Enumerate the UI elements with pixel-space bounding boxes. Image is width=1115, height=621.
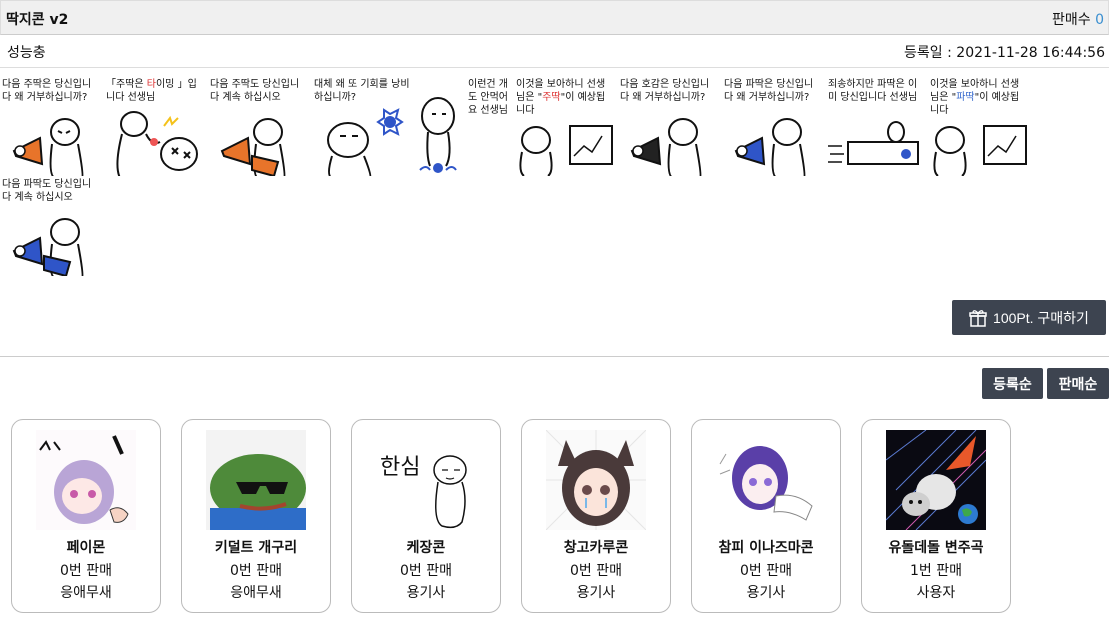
- con-thumbnail: [716, 430, 816, 530]
- gift-icon: [969, 309, 987, 327]
- con-sales-count: 0번 판매: [230, 563, 282, 579]
- con-sales-count: 0번 판매: [570, 563, 622, 579]
- sticker-9[interactable]: 죄송하지만 파딱은 이미 당신입니다 선생님: [826, 76, 926, 176]
- con-name: 창고카루콘: [563, 540, 629, 556]
- frog-sunglasses-icon: [206, 430, 306, 530]
- sticker-10[interactable]: 이것을 보아하니 선생님은 "파딱"이 예상됩니다: [928, 76, 1028, 176]
- sticker-4[interactable]: 대체 왜 또 기회를 낭비하십니까?: [312, 76, 412, 176]
- con-card-kejang[interactable]: 한심 케장콘 0번 판매 용기사: [351, 419, 501, 613]
- con-thumbnail: [886, 430, 986, 530]
- sticker-2[interactable]: 「주딱은 타이밍 」입니다 선생님: [104, 76, 204, 176]
- pointing-figures-icon: [116, 111, 198, 176]
- sticker-8[interactable]: 다음 파딱은 당신입니다 왜 거부하십니까?: [722, 76, 822, 176]
- con-seller: 사용자: [916, 585, 956, 601]
- con-name: 페이몬: [66, 540, 106, 556]
- sticker-1[interactable]: 다음 주딱은 당신입니다 왜 거부하십니까?: [0, 76, 100, 176]
- con-card-kidult-frog[interactable]: 키덜트 개구리 0번 판매 응애무새: [181, 419, 331, 613]
- chart-figure-icon: [933, 125, 1027, 176]
- cat-girl-crying-icon: [546, 430, 646, 530]
- sort-by-sales-button[interactable]: 판매순: [1047, 368, 1109, 399]
- con-seller: 응애무새: [230, 585, 282, 601]
- meta-bar: 성능충 등록일 : 2021-11-28 16:44:56: [0, 35, 1109, 68]
- con-seller: 용기사: [406, 585, 446, 601]
- truck-figure-icon: [828, 121, 919, 165]
- con-seller: 용기사: [746, 585, 786, 601]
- anime-girl-icon: [36, 430, 136, 530]
- megaphone-figure-icon: [12, 218, 84, 276]
- author-name[interactable]: 성능충: [7, 42, 46, 62]
- con-card-paimon[interactable]: 페이몬 0번 판매 응애무새: [11, 419, 161, 613]
- con-name: 참피 이나즈마콘: [718, 540, 814, 556]
- con-thumbnail: [206, 430, 306, 530]
- sales-count: 판매수 0: [1052, 9, 1104, 29]
- con-card-yudol-variations[interactable]: 유돌데돌 변주곡 1번 판매 사용자: [861, 419, 1011, 613]
- buy-button[interactable]: 100Pt. 구매하기: [952, 300, 1106, 335]
- dog-figure-icon: [419, 97, 457, 173]
- con-sales-count: 0번 판매: [400, 563, 452, 579]
- page-title: 딱지콘 v2: [6, 12, 69, 28]
- megaphone-figure-icon: [220, 118, 286, 176]
- registration-date: 등록일 : 2021-11-28 16:44:56: [904, 45, 1105, 61]
- purple-hair-girl-icon: [716, 430, 816, 530]
- sticker-6[interactable]: 이것을 보아하니 선생님은 "주딱"이 예상됩니다: [514, 76, 614, 176]
- thumb-caption: 한심: [380, 455, 420, 480]
- sticker-preview-grid: 다음 주딱은 당신입니다 왜 거부하십니까? 「주딱은 타이밍 」입니다 선생님…: [0, 76, 1040, 286]
- sticker-5[interactable]: 이런건 개도 안먹어요 선생님: [416, 76, 516, 176]
- con-sales-count: 0번 판매: [60, 563, 112, 579]
- sales-count-label: 판매수: [1051, 12, 1091, 28]
- megaphone-figure-icon: [12, 118, 84, 176]
- con-seller: 응애무새: [60, 585, 112, 601]
- sticker-3[interactable]: 다음 주딱도 당신입니다 계속 하십시오: [208, 76, 308, 176]
- con-name: 키덜트 개구리: [214, 540, 298, 556]
- con-card-champi-inazuma[interactable]: 참피 이나즈마콘 0번 판매 용기사: [691, 419, 841, 613]
- space-cat-icon: [886, 430, 986, 530]
- sticker-11[interactable]: 다음 파딱도 당신입니다 계속 하십시오: [0, 176, 100, 276]
- megaphone-figure-icon: [630, 118, 702, 176]
- badge-figure-icon: [327, 108, 404, 176]
- sort-by-date-button[interactable]: 등록순: [982, 368, 1043, 399]
- sticker-7[interactable]: 다음 호감은 당신입니다 왜 거부하십니까?: [618, 76, 718, 176]
- con-sales-count: 1번 판매: [910, 563, 962, 579]
- megaphone-figure-icon: [734, 118, 806, 176]
- con-card-changgokaru[interactable]: 창고카루콘 0번 판매 용기사: [521, 419, 671, 613]
- sales-count-value: 0: [1095, 12, 1104, 28]
- con-thumbnail: [546, 430, 646, 530]
- chart-figure-icon: [519, 125, 613, 176]
- con-thumbnail: 한심: [376, 430, 476, 530]
- con-seller: 용기사: [576, 585, 616, 601]
- con-thumbnail: [36, 430, 136, 530]
- pathetic-blob-icon: 한심: [376, 430, 476, 530]
- con-sales-count: 0번 판매: [740, 563, 792, 579]
- con-name: 유돌데돌 변주곡: [888, 540, 984, 556]
- section-divider: [0, 356, 1109, 357]
- title-bar: 딱지콘 v2 판매수 0: [0, 0, 1109, 35]
- buy-button-label: 100Pt. 구매하기: [993, 309, 1089, 326]
- con-name: 케장콘: [406, 540, 446, 556]
